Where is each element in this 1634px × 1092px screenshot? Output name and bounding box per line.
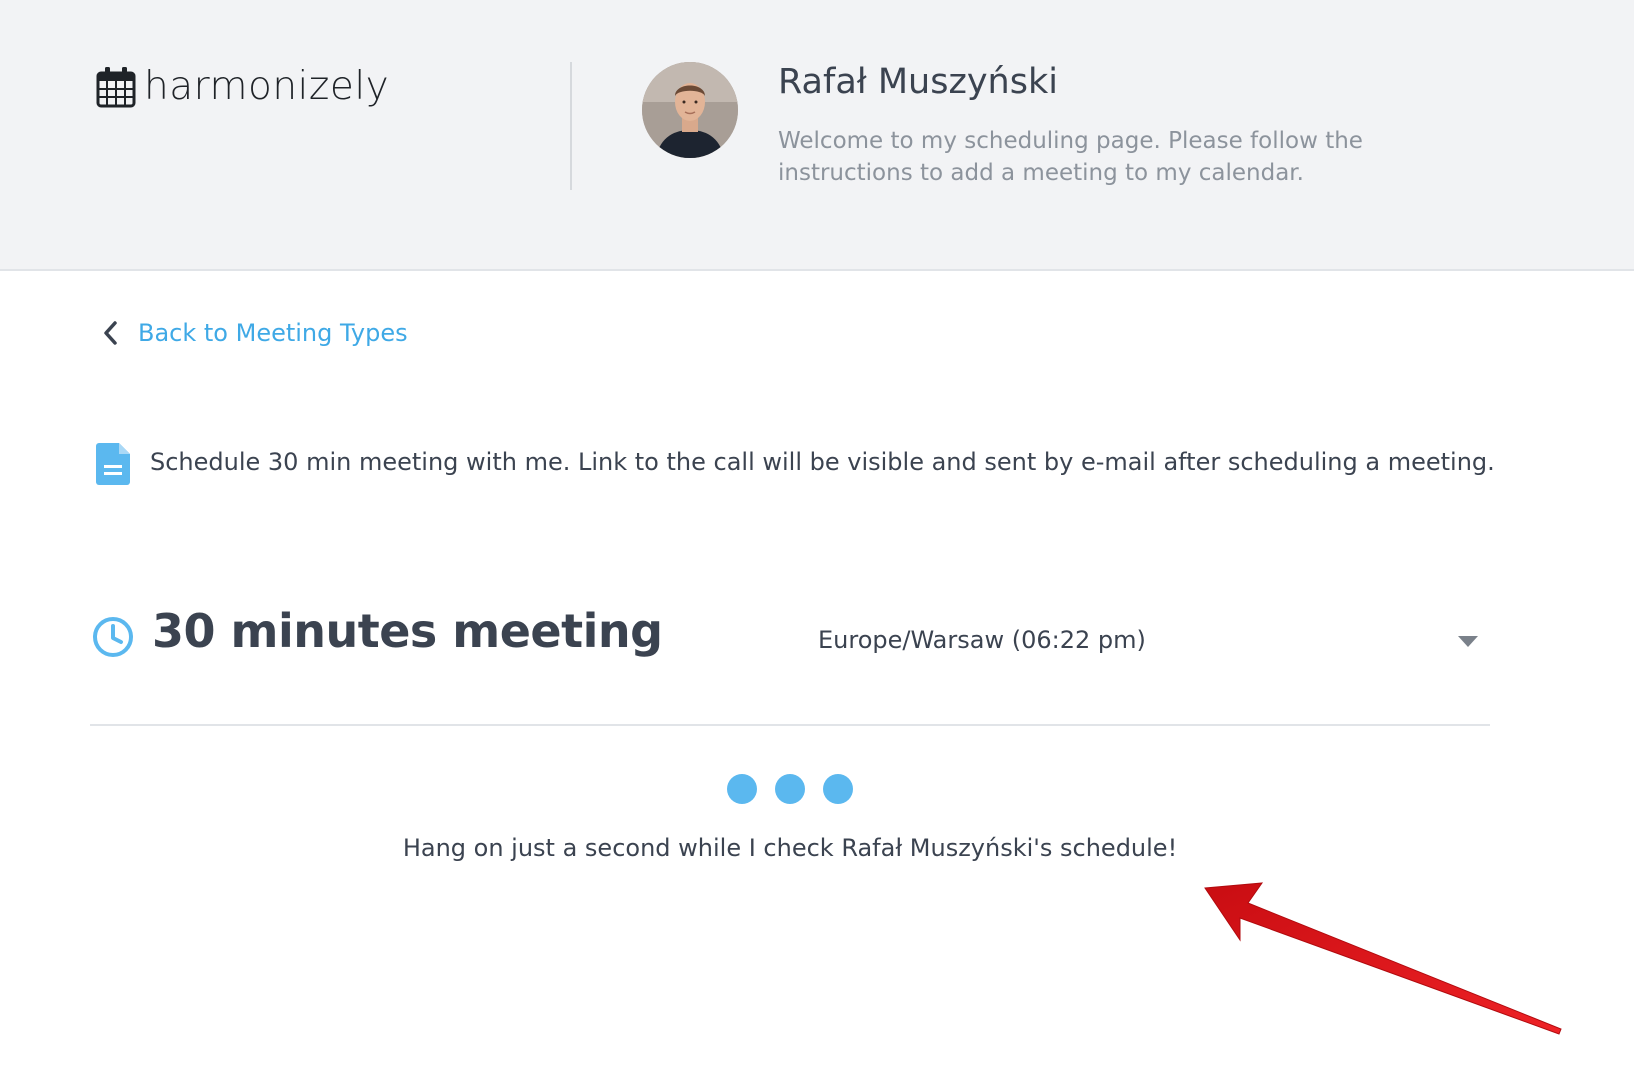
loading-dot [775,774,805,804]
avatar-photo [642,62,738,158]
chevron-down-icon [1458,636,1478,647]
header-divider [570,62,572,190]
meeting-header: 30 minutes meeting Europe/Warsaw (06:22 … [92,604,1492,674]
timezone-select[interactable]: Europe/Warsaw (06:22 pm) [818,626,1478,666]
avatar [642,62,738,158]
chevron-left-icon [104,321,117,345]
back-to-meeting-types-link[interactable]: Back to Meeting Types [100,318,408,348]
loading-message: Hang on just a second while I check Rafa… [402,834,1178,862]
timezone-value: Europe/Warsaw (06:22 pm) [818,626,1146,654]
loading-dot [727,774,757,804]
document-icon [96,443,130,485]
meeting-description: Schedule 30 min meeting with me. Link to… [96,440,1506,485]
host-welcome-message: Welcome to my scheduling page. Please fo… [778,128,1363,186]
loading-indicator [727,774,853,804]
profile-header: harmonizely Rafał Muszyński Welcome to m… [0,0,1634,271]
clock-icon [93,617,133,657]
section-divider [90,724,1490,726]
loading-dot [823,774,853,804]
host-name: Rafał Muszyński [778,62,1058,102]
brand-logo[interactable]: harmonizely [96,64,389,109]
brand-name: harmonizely [144,64,390,109]
calendar-icon [96,66,136,107]
meeting-description-text: Schedule 30 min meeting with me. Link to… [150,448,1495,476]
back-link-label: Back to Meeting Types [138,319,408,347]
meeting-title: 30 minutes meeting [152,604,663,658]
